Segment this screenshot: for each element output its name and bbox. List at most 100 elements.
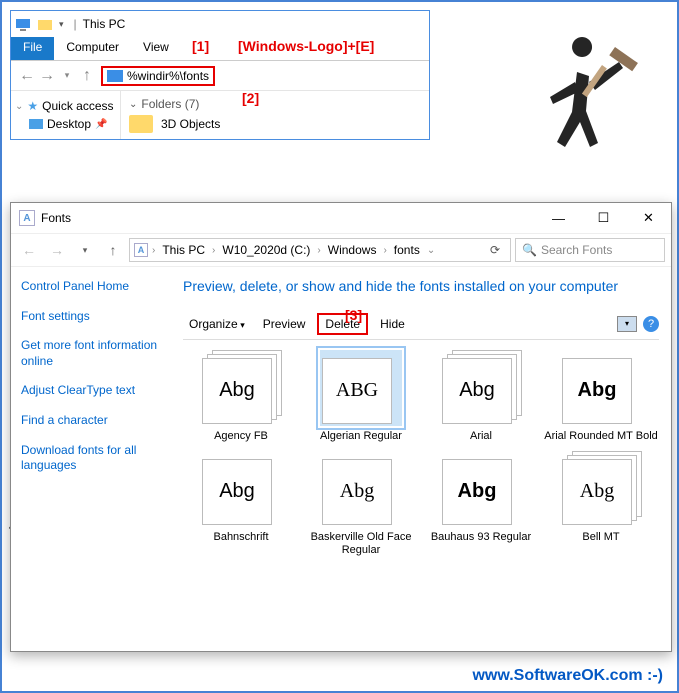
- folders-header[interactable]: ⌄ Folders (7): [129, 97, 421, 111]
- search-icon: 🔍: [522, 243, 537, 257]
- font-thumbnail: Abg: [200, 350, 282, 426]
- font-name-label: Agency FB: [183, 430, 299, 443]
- bc-fonts[interactable]: fonts: [391, 243, 423, 257]
- bc-drive[interactable]: W10_2020d (C:): [219, 243, 313, 257]
- breadcrumb-path[interactable]: A › This PC › W10_2020d (C:) › Windows ›…: [129, 238, 511, 262]
- font-name-label: Arial: [423, 430, 539, 443]
- font-item[interactable]: Abg Bahnschrift: [183, 451, 299, 557]
- refresh-icon[interactable]: ⟳: [484, 243, 506, 257]
- annotation-1-num: [1]: [192, 38, 209, 54]
- font-name-label: Baskerville Old Face Regular: [303, 531, 419, 557]
- preview-button[interactable]: Preview: [257, 315, 312, 333]
- up-arrow-icon[interactable]: ↑: [77, 66, 97, 86]
- address-input[interactable]: %windir%\fonts: [101, 66, 215, 86]
- font-preview-icon: Abg: [202, 459, 272, 525]
- font-thumbnail: Abg: [440, 350, 522, 426]
- history-dropdown-icon[interactable]: ▾: [73, 238, 97, 262]
- tree-desktop[interactable]: Desktop 📌: [15, 115, 116, 133]
- font-item[interactable]: Abg Agency FB: [183, 350, 299, 443]
- main-content: Preview, delete, or show and hide the fo…: [171, 267, 671, 651]
- font-item[interactable]: Abg Baskerville Old Face Regular: [303, 451, 419, 557]
- font-thumbnail: Abg: [320, 451, 402, 527]
- font-preview-icon: Abg: [562, 459, 632, 525]
- back-arrow-icon[interactable]: ←: [17, 238, 41, 262]
- window-body: Control Panel Home Font settings Get mor…: [11, 267, 671, 651]
- maximize-button[interactable]: ☐: [581, 203, 626, 233]
- back-arrow-icon[interactable]: ←: [17, 66, 37, 86]
- tree-quick-access[interactable]: ⌄ ★ Quick access: [15, 97, 116, 115]
- quick-access-label: Quick access: [42, 99, 113, 113]
- link-cleartype[interactable]: Adjust ClearType text: [21, 383, 161, 399]
- font-grid: AbgAgency FBABGAlgerian RegularAbgArialA…: [183, 350, 659, 558]
- desktop-icon: [29, 119, 43, 129]
- font-preview-icon: Abg: [562, 358, 632, 424]
- folder-icon: [129, 115, 153, 133]
- toolbar: Organize Preview Delete Hide ▾ ?: [183, 313, 659, 340]
- font-name-label: Bauhaus 93 Regular: [423, 531, 539, 544]
- font-name-label: Algerian Regular: [303, 430, 419, 443]
- font-item[interactable]: AbgBauhaus 93 Regular: [423, 451, 539, 557]
- window-title: Fonts: [41, 211, 71, 225]
- fonts-icon: A: [134, 243, 148, 257]
- up-arrow-icon[interactable]: ↑: [101, 238, 125, 262]
- titlebar: A Fonts — ☐ ✕: [11, 203, 671, 233]
- fonts-window: A Fonts — ☐ ✕ ← → ▾ ↑ A › This PC › W10_…: [10, 202, 672, 652]
- star-icon: ★: [27, 99, 38, 113]
- qat-dropdown-icon[interactable]: ▾: [59, 19, 64, 30]
- close-button[interactable]: ✕: [626, 203, 671, 233]
- link-cp-home[interactable]: Control Panel Home: [21, 279, 161, 295]
- font-item[interactable]: AbgArial Rounded MT Bold: [543, 350, 659, 443]
- titlebar: ▾ | This PC: [11, 11, 429, 37]
- annotation-2: [2]: [242, 90, 259, 106]
- window-title: This PC: [83, 17, 126, 31]
- chevron-icon: ›: [315, 245, 322, 256]
- window-controls: — ☐ ✕: [536, 203, 671, 233]
- breadcrumb-bar: ← → ▾ ↑ A › This PC › W10_2020d (C:) › W…: [11, 233, 671, 267]
- qat-folder-icon[interactable]: [37, 16, 53, 32]
- organize-button[interactable]: Organize: [183, 315, 251, 333]
- font-preview-icon: Abg: [322, 459, 392, 525]
- folder-3d-objects[interactable]: 3D Objects: [129, 115, 421, 133]
- minimize-button[interactable]: —: [536, 203, 581, 233]
- tab-file[interactable]: File: [11, 37, 54, 60]
- address-text: %windir%\fonts: [127, 69, 209, 83]
- annotation-3: [3]: [345, 307, 362, 323]
- tab-computer[interactable]: Computer: [54, 37, 131, 60]
- link-download-fonts[interactable]: Download fonts for all languages: [21, 443, 161, 474]
- hide-button[interactable]: Hide: [374, 315, 411, 333]
- dropdown-history-icon[interactable]: ▾: [57, 66, 77, 86]
- pin-icon: 📌: [95, 119, 107, 130]
- chevron-down-icon: ⌄: [129, 99, 137, 110]
- tab-view[interactable]: View: [131, 37, 181, 60]
- font-name-label: Bahnschrift: [183, 531, 299, 544]
- desktop-label: Desktop: [47, 117, 91, 131]
- pc-icon: [107, 70, 123, 82]
- chevron-icon: ›: [210, 245, 217, 256]
- address-bar-row: ← → ▾ ↑ %windir%\fonts: [11, 61, 429, 91]
- chevron-icon: ›: [381, 245, 388, 256]
- nav-tree: ⌄ ★ Quick access Desktop 📌: [11, 91, 121, 139]
- forward-arrow-icon[interactable]: →: [45, 238, 69, 262]
- help-icon[interactable]: ?: [643, 316, 659, 332]
- folders-pane: ⌄ Folders (7) 3D Objects: [121, 91, 429, 139]
- link-find-char[interactable]: Find a character: [21, 413, 161, 429]
- view-options-icon[interactable]: ▾: [617, 316, 637, 332]
- app-icon: [15, 16, 31, 32]
- folders-header-label: Folders (7): [141, 97, 199, 111]
- dropdown-icon[interactable]: ⌄: [425, 245, 437, 256]
- forward-arrow-icon[interactable]: →: [37, 66, 57, 86]
- font-preview-icon: Abg: [442, 358, 512, 424]
- search-box[interactable]: 🔍 Search Fonts: [515, 238, 665, 262]
- bc-windows[interactable]: Windows: [325, 243, 380, 257]
- font-item[interactable]: AbgBell MT: [543, 451, 659, 557]
- content-panel: ⌄ ★ Quick access Desktop 📌 ⌄ Folders (7)…: [11, 91, 429, 139]
- font-item[interactable]: ABGAlgerian Regular: [303, 350, 419, 443]
- link-font-settings[interactable]: Font settings: [21, 309, 161, 325]
- font-thumbnail: Abg: [560, 350, 642, 426]
- footer-url: www.SoftwareOK.com :-): [472, 667, 663, 685]
- bc-this-pc[interactable]: This PC: [159, 243, 208, 257]
- font-item[interactable]: Abg Arial: [423, 350, 539, 443]
- separator: |: [74, 17, 77, 31]
- link-more-info[interactable]: Get more font information online: [21, 338, 161, 369]
- explorer-this-pc-window: ▾ | This PC File Computer View ← → ▾ ↑ %…: [10, 10, 430, 140]
